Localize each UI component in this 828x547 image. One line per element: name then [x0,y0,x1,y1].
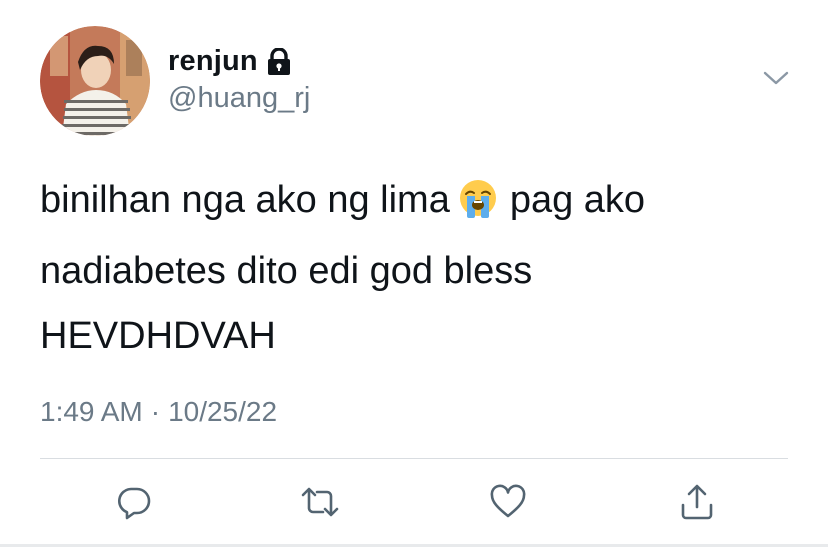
heart-icon [490,484,526,518]
display-name[interactable]: renjun [168,45,258,78]
retweet-icon [301,487,339,517]
tweet-timestamp[interactable]: 1:49 AM · 10/25/22 [40,396,277,428]
divider [40,458,788,459]
tweet-text-line-3: HEVDHDVAH [40,315,276,357]
avatar[interactable] [40,26,150,136]
user-name-row[interactable]: renjun [168,44,292,78]
tweet-text: binilhan nga ako ng lima pag ako nadiabe… [40,168,780,369]
chevron-down-icon[interactable] [762,66,790,90]
timestamp-separator: · [150,396,161,427]
like-button[interactable] [486,480,530,524]
loudly-crying-face-icon [458,174,498,239]
tweet-date[interactable]: 10/25/22 [168,396,277,428]
tweet-text-segment: binilhan nga ako ng lima [40,179,450,221]
lock-icon [266,48,292,76]
reply-button[interactable] [112,480,156,524]
share-button[interactable] [675,480,719,524]
tweet-text-line-2: nadiabetes dito edi god bless [40,250,533,292]
reply-icon [118,487,151,520]
tweet-card: renjun @huang_rj binilhan nga ako ng lim… [0,0,828,547]
tweet-actions [0,480,828,526]
user-handle[interactable]: @huang_rj [168,82,310,115]
retweet-button[interactable] [298,480,342,524]
avatar-photo [40,26,150,136]
share-icon [681,484,713,520]
tweet-text-segment: pag ako [509,179,646,221]
tweet-time[interactable]: 1:49 AM [40,396,143,428]
tweet-text-line-1: binilhan nga ako ng lima pag ako [40,168,780,239]
